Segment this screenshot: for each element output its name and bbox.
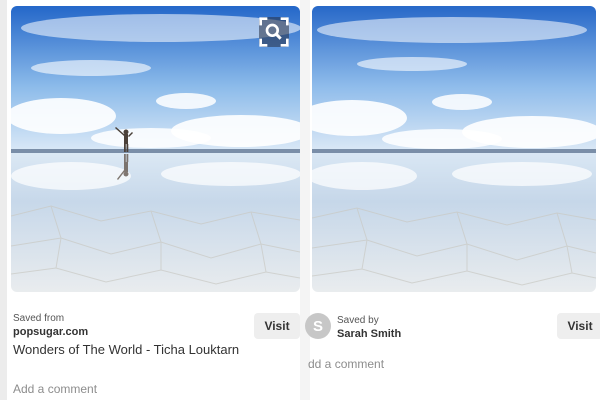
pin-meta: Saved by Sarah Smith (337, 315, 401, 341)
pin-image[interactable] (312, 6, 596, 292)
left-edge (0, 0, 7, 400)
zoom-button[interactable] (259, 17, 289, 47)
source-link[interactable]: popsugar.com (13, 325, 243, 340)
add-comment-field[interactable]: dd a comment (308, 357, 384, 371)
saved-from-label: Saved from (13, 313, 65, 324)
pin-meta: Saved from popsugar.com Wonders of The W… (13, 313, 243, 358)
pin-title[interactable]: Wonders of The World - Ticha Louktarn (13, 342, 243, 358)
saver-name[interactable]: Sarah Smith (337, 327, 401, 341)
visit-button[interactable]: Visit (254, 313, 300, 339)
column-gap (300, 0, 310, 400)
magnify-expand-icon (259, 17, 289, 47)
pin-card[interactable]: Saved from popsugar.com Wonders of The W… (7, 0, 300, 400)
pin-image[interactable] (11, 6, 300, 292)
add-comment-field[interactable]: Add a comment (13, 382, 97, 396)
visit-button[interactable]: Visit (557, 313, 600, 339)
avatar[interactable]: S (305, 313, 331, 339)
pin-card[interactable]: S Saved by Sarah Smith Visit dd a commen… (305, 0, 600, 400)
saved-by-label: Saved by (337, 315, 379, 326)
